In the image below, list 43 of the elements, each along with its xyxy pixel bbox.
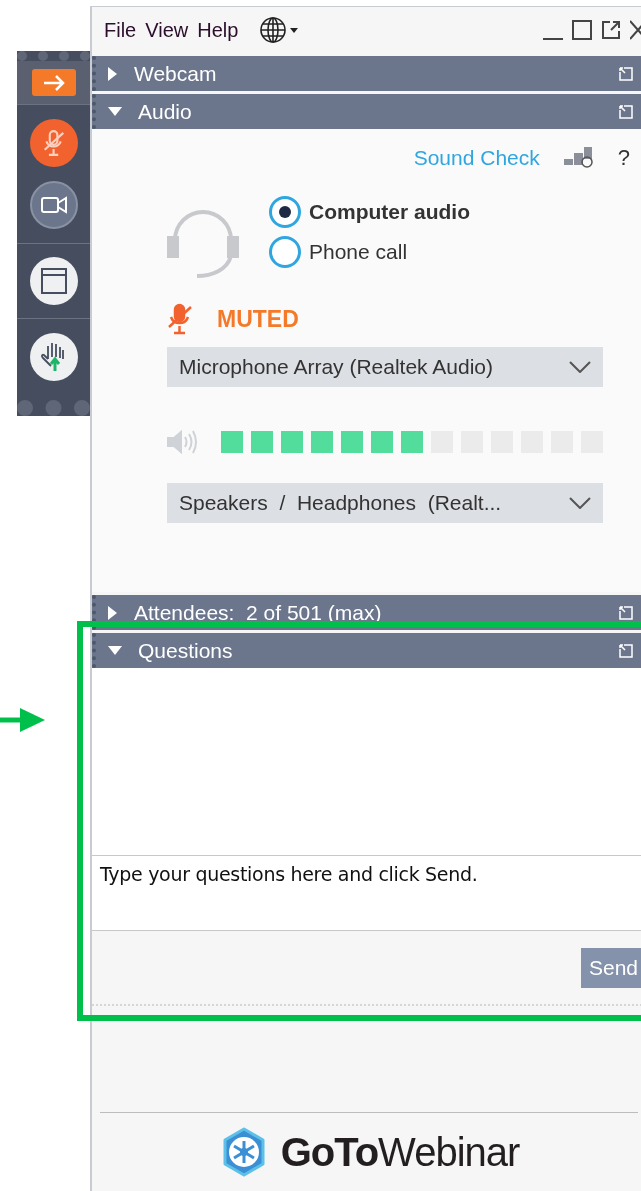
menu-item[interactable]: Help bbox=[197, 15, 239, 45]
pointer-arrow bbox=[0, 707, 46, 733]
raise-hand-button[interactable] bbox=[29, 333, 78, 381]
muted-microphone-icon bbox=[167, 303, 193, 336]
webcam-button[interactable] bbox=[29, 181, 78, 229]
menu-item[interactable]: View bbox=[145, 15, 189, 45]
signal-bars-icon bbox=[563, 146, 594, 169]
window-button[interactable] bbox=[29, 257, 78, 305]
speakers-dropdown[interactable]: Speakers / Headphones (Realt... bbox=[167, 482, 603, 523]
section-header[interactable]: Questions bbox=[92, 633, 641, 668]
radio-label: Phone call bbox=[309, 239, 408, 266]
muted-microphone-icon bbox=[42, 129, 65, 157]
mute-button[interactable] bbox=[29, 119, 78, 167]
mute-status: MUTED bbox=[217, 305, 299, 334]
microphone-dropdown[interactable]: Microphone Array (Realtek Audio) bbox=[167, 346, 603, 387]
expand-triangle-icon bbox=[108, 605, 118, 620]
expand-triangle-icon bbox=[108, 66, 118, 81]
section-title: Audio bbox=[138, 98, 193, 125]
headset-icon bbox=[167, 210, 239, 280]
arrow-right-icon bbox=[41, 74, 66, 91]
collapse-button[interactable] bbox=[31, 69, 76, 96]
help-button[interactable]: ? bbox=[617, 141, 638, 174]
maximize-icon[interactable] bbox=[572, 20, 592, 40]
video-camera-icon bbox=[40, 196, 67, 214]
pop-out-icon[interactable] bbox=[601, 20, 621, 40]
collapse-triangle-icon bbox=[108, 106, 122, 117]
menu-item[interactable]: File bbox=[104, 15, 137, 45]
globe-icon[interactable] bbox=[259, 16, 300, 44]
section-header[interactable]: Audio bbox=[92, 94, 641, 129]
radio-label: Computer audio bbox=[309, 199, 470, 226]
brand-name: GoToWebinar bbox=[280, 1129, 520, 1176]
chevron-down-icon bbox=[569, 496, 591, 509]
collapse-triangle-icon bbox=[108, 645, 122, 656]
section-title: Webcam bbox=[134, 60, 218, 87]
section-title: Questions bbox=[138, 637, 234, 664]
question-input[interactable]: Type your questions here and click Send. bbox=[92, 856, 641, 931]
speaker-icon bbox=[167, 428, 199, 455]
radio-button[interactable] bbox=[269, 196, 301, 228]
window-icon bbox=[40, 268, 67, 294]
radio-button[interactable] bbox=[269, 236, 301, 268]
chevron-down-icon bbox=[569, 360, 591, 373]
section-header[interactable]: Webcam bbox=[92, 56, 641, 91]
section-title: Attendees: 2 of 501 (max) bbox=[134, 599, 383, 626]
